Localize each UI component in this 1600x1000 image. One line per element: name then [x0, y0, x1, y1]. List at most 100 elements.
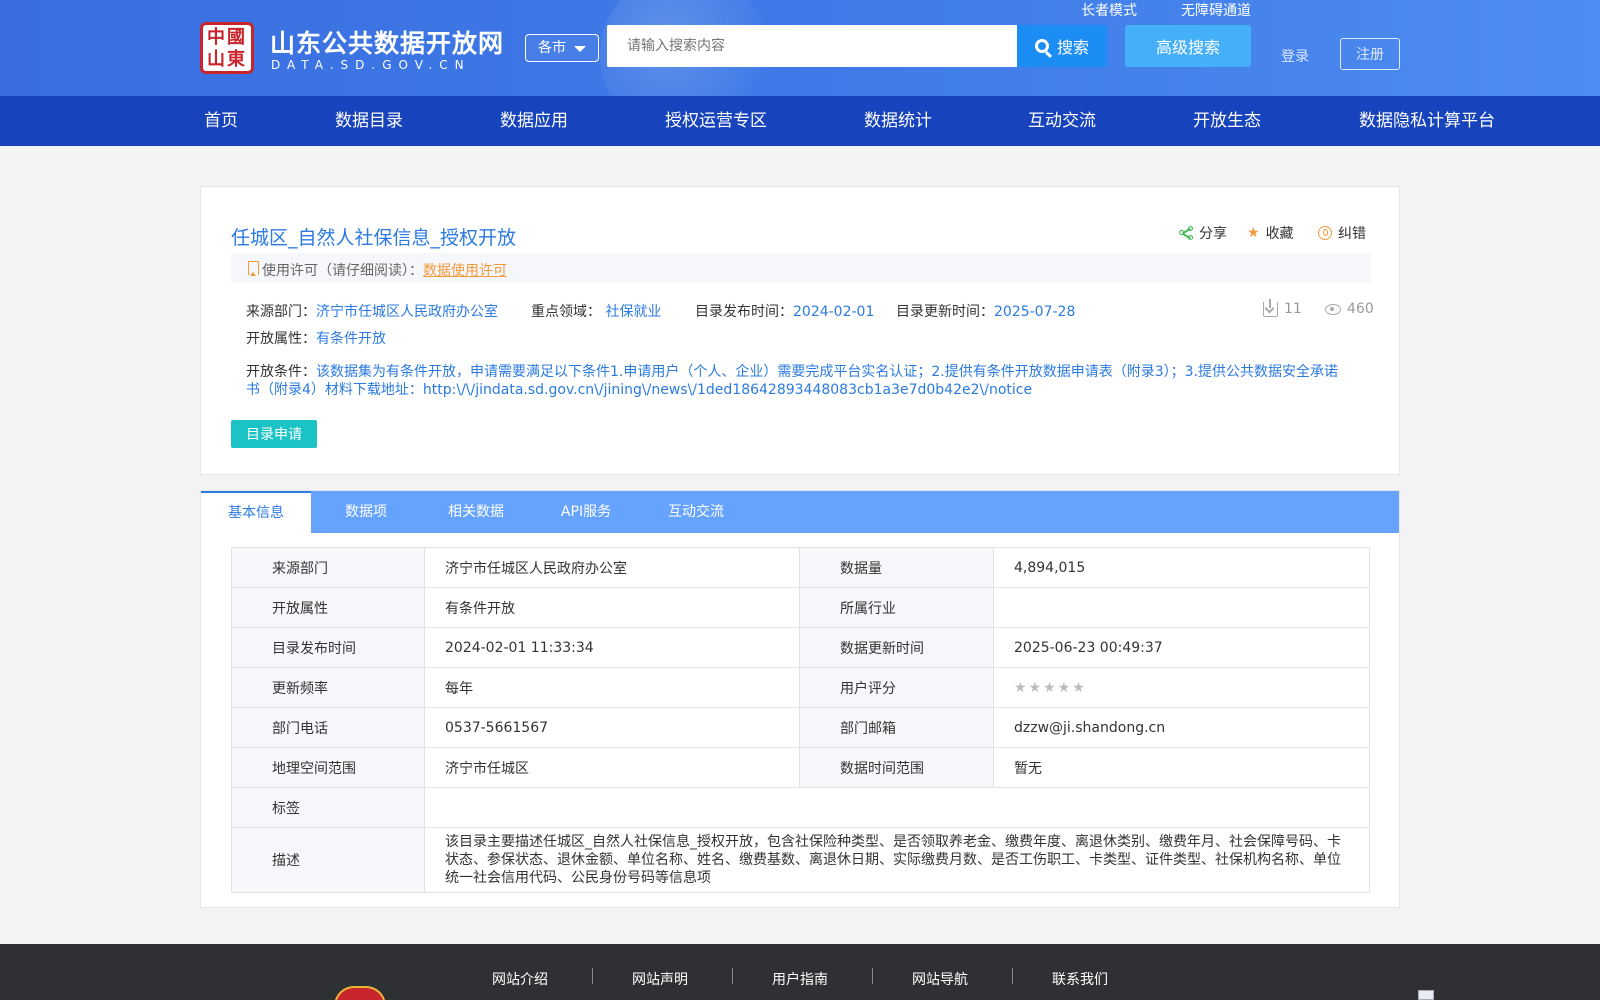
nav-item-authorized-ops[interactable]: 授权运营专区 [665, 96, 767, 146]
share-action[interactable]: 分享 [1179, 223, 1227, 243]
info-key: 来源部门 [231, 547, 425, 588]
license-link[interactable]: 数据使用许可 [423, 263, 507, 279]
tab-data-items[interactable]: 数据项 [326, 491, 406, 533]
bookmark-icon [248, 261, 259, 276]
nav-item-ecosystem[interactable]: 开放生态 [1193, 96, 1261, 146]
source-dept-meta: 来源部门：济宁市任城区人民政府办公室 [246, 301, 498, 321]
user-rating[interactable]: ★★★★★ [993, 667, 1370, 708]
table-row: 开放属性 有条件开放 所属行业 [231, 587, 1370, 628]
footer-divider [732, 968, 733, 984]
table-row: 地理空间范围 济宁市任城区 数据时间范围 暂无 [231, 747, 1370, 788]
info-value: 有条件开放 [424, 587, 800, 628]
info-value: 0537-5661567 [424, 707, 800, 748]
eye-icon [1325, 303, 1341, 315]
search-icon [1034, 39, 1049, 53]
chevron-down-icon [574, 46, 586, 52]
info-key: 地理空间范围 [231, 747, 425, 788]
tab-related-data[interactable]: 相关数据 [436, 491, 516, 533]
key-domain-link[interactable]: 社保就业 [605, 304, 661, 320]
info-value: 4,894,015 [993, 547, 1370, 588]
key-domain-meta: 重点领域： 社保就业 [531, 301, 661, 321]
advanced-search-button[interactable]: 高级搜索 [1125, 25, 1251, 67]
info-key: 数据更新时间 [799, 627, 994, 668]
nav-item-apps[interactable]: 数据应用 [500, 96, 568, 146]
update-time-meta: 目录更新时间：2025-07-28 [896, 301, 1075, 321]
source-dept-label: 来源部门： [246, 304, 316, 320]
report-error-action[interactable]: 纠错 [1318, 223, 1366, 243]
site-title[interactable]: 山东公共数据开放网 [270, 24, 504, 60]
site-logo-seal[interactable]: 中國山東 [200, 22, 254, 74]
open-attr-label: 开放属性： [246, 331, 316, 347]
nav-item-privacy-computing[interactable]: 数据隐私计算平台 [1359, 96, 1495, 146]
tab-basic-info[interactable]: 基本信息 [201, 491, 311, 533]
site-domain: DATA.SD.GOV.CN [271, 58, 471, 72]
table-row: 部门电话 0537-5661567 部门邮箱 dzzw@ji.shandong.… [231, 707, 1370, 748]
info-value [993, 587, 1370, 628]
share-icon [1179, 226, 1193, 240]
city-select-value: 各市 [538, 40, 566, 56]
info-value: 暂无 [993, 747, 1370, 788]
open-attr-value: 有条件开放 [316, 331, 386, 347]
footer-divider [872, 968, 873, 984]
tab-api-service[interactable]: API服务 [546, 491, 626, 533]
info-key: 部门邮箱 [799, 707, 994, 748]
view-count: 460 [1325, 301, 1374, 317]
search-button[interactable]: 搜索 [1017, 25, 1107, 67]
nav-item-home[interactable]: 首页 [204, 96, 238, 146]
footer-divider [592, 968, 593, 984]
download-icon [1263, 298, 1278, 317]
tab-interaction[interactable]: 互动交流 [656, 491, 736, 533]
tag-value [424, 787, 1370, 828]
license-label: 使用许可（请仔细阅读）： [262, 263, 423, 279]
info-key: 所属行业 [799, 587, 994, 628]
national-emblem-icon [334, 986, 386, 1000]
nav-item-interaction[interactable]: 互动交流 [1028, 96, 1096, 146]
table-row: 描述 该目录主要描述任城区_自然人社保信息_授权开放，包含社保险种类型、是否领取… [231, 827, 1370, 893]
nav-item-catalog[interactable]: 数据目录 [335, 96, 403, 146]
info-value: 每年 [424, 667, 800, 708]
main-nav: 首页 数据目录 数据应用 授权运营专区 数据统计 互动交流 开放生态 数据隐私计… [0, 96, 1600, 146]
info-key: 用户评分 [799, 667, 994, 708]
footer-link-contact[interactable]: 联系我们 [1052, 969, 1108, 989]
footer-link-statement[interactable]: 网站声明 [632, 969, 688, 989]
footer-link-guide[interactable]: 用户指南 [772, 969, 828, 989]
license-bar: 使用许可（请仔细阅读）：数据使用许可 [231, 253, 1371, 283]
info-value: 济宁市任城区 [424, 747, 800, 788]
city-select[interactable]: 各市 [525, 34, 599, 62]
search-input[interactable] [607, 25, 1017, 67]
catalog-apply-button[interactable]: 目录申请 [231, 420, 317, 448]
info-key: 更新频率 [231, 667, 425, 708]
download-count-value: 11 [1284, 301, 1302, 317]
accessibility-link[interactable]: 无障碍通道 [1181, 0, 1251, 20]
open-condition: 开放条件：该数据集为有条件开放，申请需要满足以下条件1.申请用户（个人、企业）需… [246, 363, 1346, 399]
favorite-action[interactable]: ★ 收藏 [1247, 223, 1294, 243]
footer-link-sitemap[interactable]: 网站导航 [912, 969, 968, 989]
site-header: 中國山東 山东公共数据开放网 DATA.SD.GOV.CN 各市 搜索 高级搜索… [0, 0, 1600, 96]
rating-stars-icon[interactable]: ★★★★★ [1014, 680, 1087, 696]
tag-key: 标签 [231, 787, 425, 828]
download-count: 11 [1263, 298, 1302, 317]
info-value: 2025-06-23 00:49:37 [993, 627, 1370, 668]
elder-mode-link[interactable]: 长者模式 [1081, 0, 1137, 20]
register-button[interactable]: 注册 [1340, 38, 1400, 70]
dataset-title: 任城区_自然人社保信息_授权开放 [231, 227, 517, 249]
report-error-icon [1318, 226, 1332, 240]
report-error-label: 纠错 [1338, 226, 1366, 242]
footer-link-about[interactable]: 网站介绍 [492, 969, 548, 989]
publish-time-meta: 目录发布时间：2024-02-01 [695, 301, 874, 321]
nav-item-statistics[interactable]: 数据统计 [864, 96, 932, 146]
info-key: 数据时间范围 [799, 747, 994, 788]
footer-divider [1012, 968, 1013, 984]
info-key: 数据量 [799, 547, 994, 588]
source-dept-link[interactable]: 济宁市任城区人民政府办公室 [316, 304, 498, 320]
dataset-summary-panel: 任城区_自然人社保信息_授权开放 分享 ★ 收藏 纠错 使用许可（请仔细阅读）：… [200, 186, 1400, 475]
basic-info-table: 来源部门 济宁市任城区人民政府办公室 数据量 4,894,015 开放属性 有条… [231, 547, 1370, 893]
open-attr-meta: 开放属性：有条件开放 [246, 328, 386, 348]
info-key: 部门电话 [231, 707, 425, 748]
table-row: 标签 [231, 787, 1370, 828]
view-count-value: 460 [1347, 301, 1374, 317]
broken-image-icon [1418, 990, 1434, 1000]
dataset-detail-panel: 基本信息 数据项 相关数据 API服务 互动交流 来源部门 济宁市任城区人民政府… [200, 490, 1400, 908]
login-link[interactable]: 登录 [1281, 46, 1309, 66]
publish-time-value: 2024-02-01 [793, 304, 875, 320]
